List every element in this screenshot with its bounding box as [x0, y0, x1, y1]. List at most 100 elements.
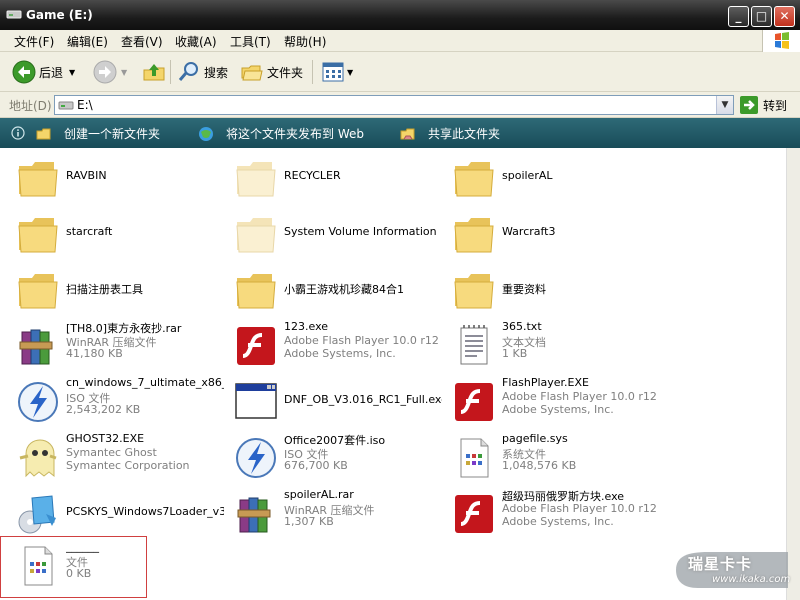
file-name: DNF_OB_V3.016_RC1_Full.exe [284, 393, 442, 406]
file-name: Warcraft3 [502, 225, 556, 238]
back-label: 后退 [39, 65, 64, 80]
forward-button[interactable]: ▼ [93, 58, 127, 86]
task-publish-web-label: 将这个文件夹发布到 Web [226, 127, 364, 141]
watermark-logo: 瑞星卡卡 www.ikaka.com [668, 548, 794, 592]
window-app-icon [235, 383, 277, 419]
file-type: Symantec Ghost [66, 446, 157, 459]
file-item[interactable]: PCSKYS_Windows7Loader_v3... [6, 488, 224, 540]
close-button[interactable]: ✕ [774, 6, 795, 27]
search-button[interactable]: 搜索 [177, 58, 228, 86]
file-name: PCSKYS_Windows7Loader_v3... [66, 505, 224, 518]
file-item[interactable]: [TH8.0]東方永夜抄.rar WinRAR 压缩文件 41,180 KB [6, 320, 224, 372]
menu-edit[interactable]: 编辑(E) [67, 33, 108, 50]
file-type: Adobe Flash Player 10.0 r12 [502, 502, 657, 515]
file-item[interactable]: 365.txt 文本文档 1 KB [442, 320, 660, 372]
folder-icon [454, 218, 494, 253]
task-share-folder-label: 共享此文件夹 [428, 127, 501, 141]
menu-view[interactable]: 查看(V) [121, 33, 163, 50]
file-item[interactable]: DNF_OB_V3.016_RC1_Full.exe [224, 376, 442, 428]
file-item[interactable]: RAVBIN [6, 152, 224, 204]
folders-button[interactable]: 文件夹 [240, 58, 303, 86]
file-item[interactable]: starcraft [6, 208, 224, 260]
folder-icon [18, 162, 58, 197]
file-item[interactable]: spoilerAL [442, 152, 660, 204]
task-publish-web[interactable]: 将这个文件夹发布到 Web [198, 125, 364, 142]
menu-help[interactable]: 帮助(H) [284, 33, 326, 50]
file-item[interactable]: cn_windows_7_ultimate_x86_... ISO 文件 2,5… [6, 376, 224, 428]
file-name: 小霸王游戏机珍藏84合1 [284, 283, 404, 296]
title-bar[interactable]: Game (E:) _ □ ✕ [0, 0, 800, 30]
publish-web-icon [199, 126, 213, 141]
file-item[interactable]: 超级玛丽俄罗斯方块.exe Adobe Flash Player 10.0 r1… [442, 488, 660, 540]
address-dropdown-icon[interactable]: ▼ [716, 96, 733, 114]
file-item[interactable]: System Volume Information [224, 208, 442, 260]
file-size: 41,180 KB [66, 347, 123, 360]
go-button[interactable]: 转到 [740, 95, 787, 115]
file-size: 1,307 KB [284, 515, 334, 528]
system-file-icon [460, 438, 489, 478]
views-button[interactable]: ▼ [321, 58, 353, 86]
file-type: Adobe Flash Player 10.0 r12 [284, 334, 439, 347]
winrar-icon [237, 497, 271, 533]
forward-arrow-icon [93, 60, 117, 84]
flash-icon [455, 495, 493, 533]
file-company: Symantec Corporation [66, 459, 190, 472]
back-arrow-icon [12, 60, 36, 84]
menu-file[interactable]: 文件(F) [14, 33, 54, 50]
toolbar: 后退 ▼ ▼ 搜索 文件夹 ▼ [0, 52, 800, 92]
maximize-button[interactable]: □ [751, 6, 772, 27]
menu-favorites[interactable]: 收藏(A) [175, 33, 217, 50]
file-item[interactable]: 扫描注册表工具 [6, 264, 224, 316]
folder-hidden-icon [236, 218, 276, 253]
file-item[interactable]: pagefile.sys 系统文件 1,048,576 KB [442, 432, 660, 484]
vertical-scrollbar[interactable] [786, 148, 800, 600]
file-item[interactable]: Office2007套件.iso ISO 文件 676,700 KB [224, 432, 442, 484]
folder-icon [454, 274, 494, 309]
file-item[interactable]: 重要资料 [442, 264, 660, 316]
flash-icon [455, 383, 493, 421]
file-name: spoilerAL.rar [284, 488, 354, 501]
file-item[interactable]: GHOST32.EXE Symantec Ghost Symantec Corp… [6, 432, 224, 484]
window-title: Game (E:) [26, 8, 93, 22]
share-folder-icon [400, 128, 415, 139]
text-file-icon [460, 325, 488, 365]
watermark-url: www.ikaka.com [712, 574, 791, 585]
file-item[interactable]: spoilerAL.rar WinRAR 压缩文件 1,307 KB [224, 488, 442, 540]
folders-label: 文件夹 [267, 65, 304, 80]
task-new-folder-label: 创建一个新文件夹 [64, 127, 161, 141]
address-input[interactable]: E:\ ▼ [54, 95, 734, 115]
drive-icon [6, 10, 22, 19]
back-dropdown-icon[interactable]: ▼ [69, 68, 75, 77]
ghost-icon [19, 439, 57, 478]
forward-dropdown-icon[interactable]: ▼ [121, 68, 127, 77]
file-item[interactable]: RECYCLER [224, 152, 442, 204]
up-folder-button[interactable] [142, 58, 166, 86]
menu-tools[interactable]: 工具(T) [230, 33, 271, 50]
daemon-tools-icon [236, 438, 276, 478]
go-arrow-icon [740, 96, 758, 114]
file-name: GHOST32.EXE [66, 432, 145, 445]
address-bar: 地址(D) E:\ ▼ 转到 [0, 92, 800, 118]
selection-highlight [0, 536, 147, 598]
task-new-folder[interactable]: 创建一个新文件夹 [36, 125, 160, 142]
file-item[interactable]: Warcraft3 [442, 208, 660, 260]
up-folder-icon [143, 64, 165, 81]
file-size: 676,700 KB [284, 459, 348, 472]
win7-loader-icon [18, 495, 56, 534]
views-icon [322, 62, 344, 82]
windows-logo-icon [762, 30, 800, 52]
watermark-text: 瑞星卡卡 [688, 555, 753, 573]
task-share-folder[interactable]: 共享此文件夹 [400, 125, 500, 142]
views-dropdown-icon: ▼ [347, 67, 354, 77]
file-item[interactable]: FlashPlayer.EXE Adobe Flash Player 10.0 … [442, 376, 660, 428]
folder-icon [236, 274, 276, 309]
file-name: spoilerAL [502, 169, 553, 182]
folders-icon [241, 65, 263, 81]
info-icon[interactable] [11, 126, 25, 140]
file-item[interactable]: 123.exe Adobe Flash Player 10.0 r12 Adob… [224, 320, 442, 372]
file-name: starcraft [66, 225, 113, 238]
file-item[interactable]: 小霸王游戏机珍藏84合1 [224, 264, 442, 316]
minimize-button[interactable]: _ [728, 6, 749, 27]
back-button[interactable]: 后退 ▼ [12, 58, 75, 86]
file-name: RAVBIN [66, 169, 107, 182]
